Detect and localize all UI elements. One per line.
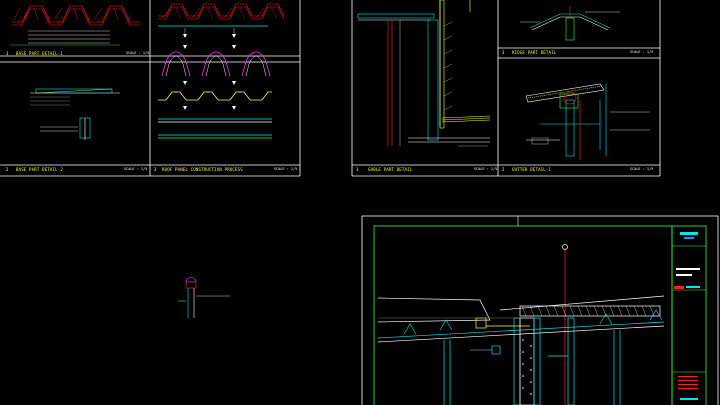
gable-hatch [443, 21, 453, 111]
clip-arches-white [165, 55, 267, 77]
panel-scale: SCALE : 1/5 [124, 167, 148, 171]
panel-scale: SCALE : 1/5 [474, 167, 498, 171]
finished-sheet [158, 118, 272, 139]
gable-roof-strip [441, 115, 491, 123]
leader-notes-1 [10, 30, 120, 46]
large-detail-structure [377, 244, 665, 405]
insulation-wave-yellow [158, 91, 272, 101]
panel-title-ridge-detail: RIDGE PART DETAIL [512, 50, 557, 55]
process-dots [175, 91, 241, 93]
ridge-detail [520, 6, 620, 41]
gable-detail [357, 0, 490, 147]
panel-scale: SCALE : 1/5 [630, 50, 654, 54]
gutter-detail [525, 83, 650, 160]
panel-title-gutter-detail: GUTTER DETAIL-1 [512, 167, 552, 172]
cad-drawing-canvas [0, 0, 719, 405]
roof-panel-red-1 [12, 5, 140, 26]
panel-title-roof-construction: ROOF PANEL CONSTRUCTION PROCESS [162, 167, 243, 172]
title-block-logos [674, 232, 700, 400]
small-column-detail [178, 277, 230, 318]
large-detail-dots [522, 339, 532, 395]
panel-number: 1 [6, 51, 9, 56]
panel-scale: SCALE : 1/5 [126, 51, 150, 55]
panel-title-base-detail-1: BASE PART DETAIL-1 [16, 51, 63, 56]
panel-number: 3 [154, 167, 157, 172]
sheet-b-frame [351, 0, 661, 177]
roof-panel-hatch-1 [17, 15, 131, 25]
panel-title-gable-detail: GABLE PART DETAIL [368, 167, 413, 172]
large-detail-hatch [521, 305, 655, 317]
panel-number: 1 [356, 167, 359, 172]
base-detail-2 [30, 88, 120, 140]
roof-panel-red-2 [158, 3, 285, 20]
panel-number: 3 [502, 50, 505, 55]
panel-scale: SCALE : 1/5 [274, 167, 298, 171]
panel-scale: SCALE : 1/5 [630, 167, 654, 171]
panel-number: 2 [6, 167, 9, 172]
panel-number: 2 [502, 167, 505, 172]
panel-title-base-detail-2: BASE PART DETAIL-2 [16, 167, 63, 172]
sheet-a-frame [0, 0, 301, 177]
